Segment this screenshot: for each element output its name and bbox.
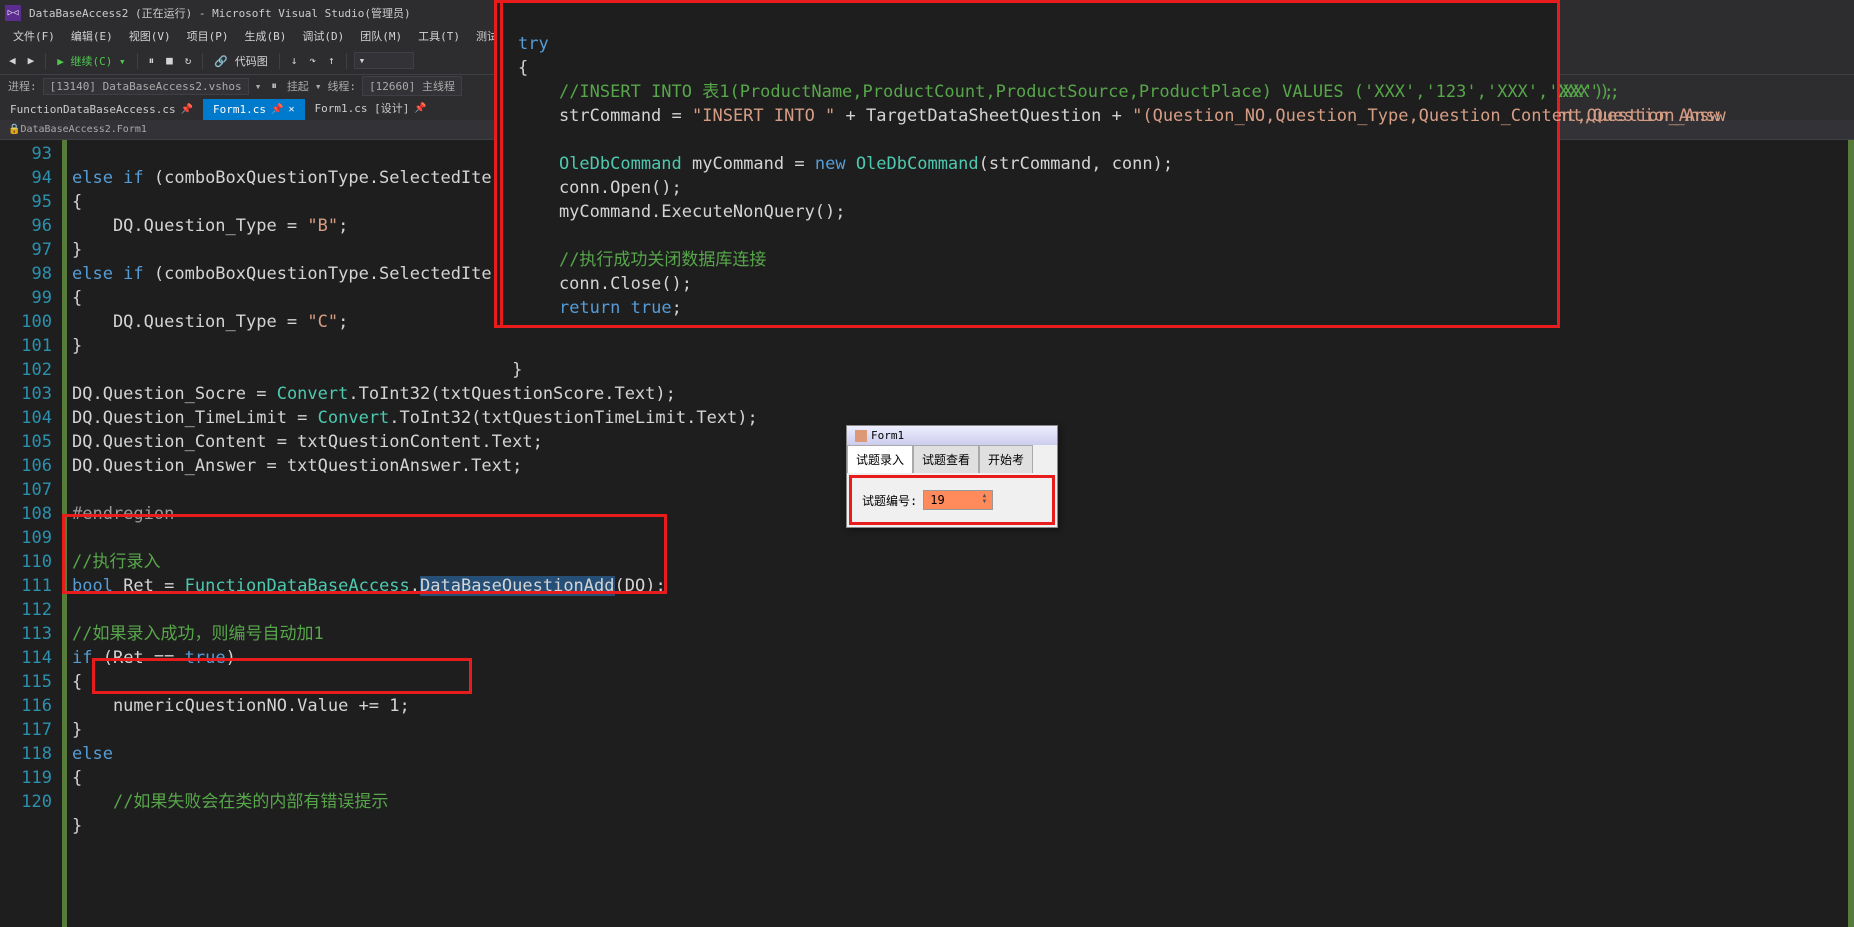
spinner-icon[interactable]: ▲▼ [983, 493, 987, 507]
thread-dropdown[interactable]: [12660] 主线程 [362, 76, 462, 96]
nav-back-icon[interactable]: ◀ [5, 52, 20, 69]
menu-team[interactable]: 团队(M) [352, 25, 410, 47]
tab-functiondatabaseaccess[interactable]: FunctionDataBaseAccess.cs📌 [0, 99, 203, 120]
menu-build[interactable]: 生成(B) [237, 25, 295, 47]
tab-form1-cs[interactable]: Form1.cs📌✕ [203, 99, 304, 120]
tab-view[interactable]: 试题查看 [913, 445, 979, 473]
window-title: DataBaseAccess2 (正在运行) - Microsoft Visua… [29, 5, 411, 21]
step-out-icon[interactable]: ↑ [324, 52, 339, 69]
question-no-label: 试题编号: [862, 492, 917, 509]
stack-frame-dropdown[interactable]: ▾ [354, 52, 414, 69]
pause-icon[interactable]: ⏸ [145, 52, 159, 70]
code-overlay: try { //INSERT INTO 表1(ProductName,Produ… [494, 0, 1554, 328]
step-over-icon[interactable]: ↷ [305, 52, 320, 69]
form-icon [855, 430, 867, 442]
thread-label: 线程: [327, 78, 356, 94]
question-no-value: 19 [930, 493, 944, 507]
form1-window[interactable]: Form1 试题录入 试题查看 开始考 试题编号: 19 ▲▼ [846, 425, 1058, 528]
step-into-icon[interactable]: ↓ [287, 52, 302, 69]
line-gutter: 9394959697989910010110210310410510610710… [0, 140, 62, 927]
codemap-button[interactable]: 🔗 代码图 [210, 51, 271, 71]
menu-edit[interactable]: 编辑(E) [63, 25, 121, 47]
menu-debug[interactable]: 调试(D) [294, 25, 352, 47]
menu-view[interactable]: 视图(V) [121, 25, 179, 47]
menu-tools[interactable]: 工具(T) [410, 25, 468, 47]
question-no-numeric[interactable]: 19 ▲▼ [923, 490, 993, 510]
tab-exam[interactable]: 开始考 [979, 445, 1033, 473]
vs-icon: ▷◁ [5, 5, 21, 21]
form1-titlebar[interactable]: Form1 [847, 426, 1057, 445]
change-indicator-right [1848, 140, 1854, 927]
annotation-box [92, 658, 472, 694]
close-icon[interactable]: ✕ [288, 104, 294, 115]
pin-icon[interactable]: 📌 [271, 104, 283, 115]
form1-tabs: 试题录入 试题查看 开始考 [847, 445, 1057, 473]
tab-input[interactable]: 试题录入 [847, 445, 913, 473]
code-editor[interactable]: 9394959697989910010110210310410510610710… [0, 140, 1854, 927]
menu-project[interactable]: 项目(P) [179, 25, 237, 47]
restart-icon[interactable]: ↻ [181, 52, 196, 69]
process-dropdown[interactable]: [13140] DataBaseAccess2.vshos [43, 78, 249, 95]
menu-file[interactable]: 文件(F) [5, 25, 63, 47]
continue-button[interactable]: ▶ 继续(C) ▾ [53, 51, 129, 71]
pin-icon[interactable]: 📌 [181, 104, 193, 115]
suspend-label: 挂起 [287, 78, 309, 94]
stop-icon[interactable]: ■ [162, 52, 177, 69]
pin-icon[interactable]: 📌 [414, 103, 426, 114]
process-label: 进程: [8, 78, 37, 94]
tab-form1-design[interactable]: Form1.cs [设计]📌 [305, 96, 437, 120]
nav-fwd-icon[interactable]: ▶ [24, 52, 39, 69]
suspend-icon[interactable]: ⏸ [267, 77, 281, 95]
form1-body: 试题编号: 19 ▲▼ [849, 475, 1055, 525]
